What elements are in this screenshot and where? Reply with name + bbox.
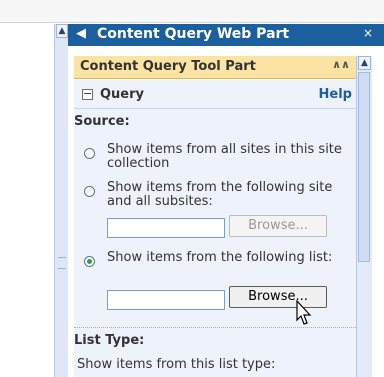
list-type-prompt: Show items from this list type:	[77, 357, 276, 372]
double-chevron-up-icon[interactable]: ∧∧	[332, 58, 350, 71]
left-scrollbar[interactable]: ▲	[54, 24, 69, 377]
top-divider	[0, 0, 384, 23]
right-scrollbar[interactable]: ▲	[356, 56, 372, 377]
source-option-site-label: Show items from the following site and a…	[107, 180, 333, 209]
source-option-all-sites-radio[interactable]	[84, 148, 95, 159]
site-url-input[interactable]	[107, 218, 225, 238]
source-label: Source:	[74, 114, 130, 129]
source-option-all-sites-label: Show items from all sites in this site c…	[107, 142, 342, 171]
panel-title: Content Query Web Part	[97, 26, 290, 42]
scroll-up-icon[interactable]: ▲	[56, 24, 68, 38]
source-option-site-radio[interactable]	[84, 186, 95, 197]
scroll-up-icon[interactable]: ▲	[358, 56, 371, 70]
mouse-pointer-icon	[296, 300, 312, 325]
scroll-grip-icon[interactable]	[58, 257, 66, 269]
browse-site-button[interactable]: Browse...	[229, 215, 327, 237]
source-option-list-label: Show items from the following list:	[107, 250, 333, 265]
query-label: Query	[100, 87, 145, 102]
toolpart-title: Content Query Tool Part	[80, 59, 256, 74]
section-divider	[74, 108, 356, 109]
help-link[interactable]: Help	[319, 87, 352, 102]
list-url-input[interactable]	[107, 290, 225, 310]
toolpart-header[interactable]: Content Query Tool Part ∧∧	[74, 56, 356, 79]
list-type-label: List Type:	[74, 333, 145, 348]
scroll-thumb[interactable]	[358, 72, 370, 262]
list-type-divider	[74, 327, 356, 328]
panel-header: ◀ Content Query Web Part ×	[68, 24, 384, 46]
close-icon[interactable]: ×	[363, 26, 373, 40]
source-option-list-radio[interactable]	[84, 256, 95, 267]
panel-menu-icon[interactable]: ◀	[76, 26, 86, 41]
collapse-minus-icon[interactable]: −	[82, 88, 93, 100]
query-section-header[interactable]: − Query Help	[74, 86, 356, 106]
